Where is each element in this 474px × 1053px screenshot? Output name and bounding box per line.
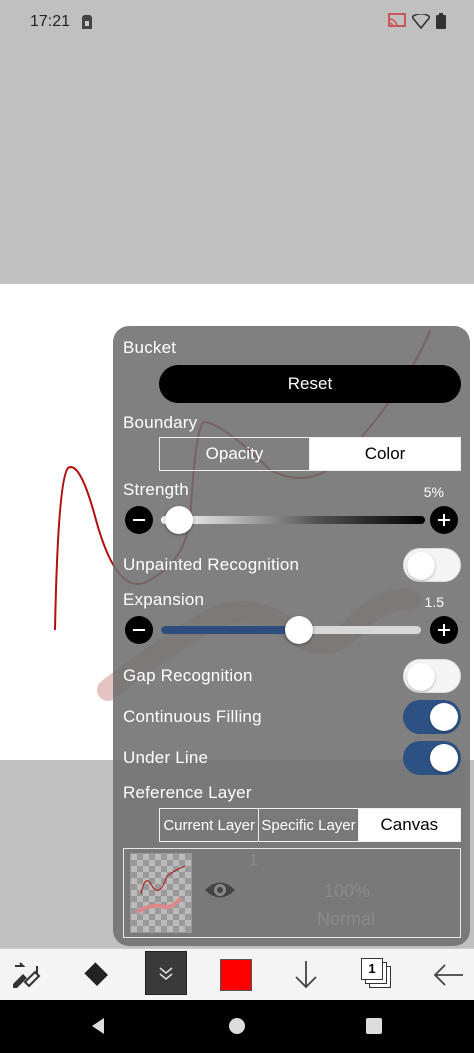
strength-increase-button[interactable] [430, 506, 458, 534]
reference-layer-label: Reference Layer [123, 783, 252, 802]
strength-slider-thumb[interactable] [165, 506, 193, 534]
strength-slider-track[interactable] [161, 516, 425, 524]
boundary-label: Boundary [123, 413, 198, 432]
reference-specific-layer-option[interactable]: Specific Layer [259, 809, 359, 841]
expansion-slider-fill [161, 626, 299, 634]
arrow-down-icon[interactable] [286, 949, 326, 1001]
sim-card-icon [82, 15, 92, 34]
back-arrow-icon[interactable] [426, 949, 470, 1001]
gap-recognition-toggle[interactable] [403, 659, 461, 693]
boundary-color-option[interactable]: Color [310, 438, 460, 470]
minus-icon [133, 519, 145, 521]
expansion-slider-thumb[interactable] [284, 616, 313, 644]
boundary-segmented-control: Opacity Color [159, 437, 461, 471]
under-line-toggle[interactable] [403, 741, 461, 775]
expansion-decrease-button[interactable] [125, 616, 153, 644]
battery-icon [436, 13, 446, 34]
gap-recognition-label: Gap Recognition [123, 666, 253, 685]
boundary-opacity-option[interactable]: Opacity [160, 438, 310, 470]
nav-recents-icon[interactable] [366, 1018, 382, 1039]
layer-count: 1 [361, 958, 383, 980]
strength-value: 5% [423, 484, 444, 500]
layer-thumbnail [130, 853, 192, 933]
under-line-label: Under Line [123, 748, 209, 767]
system-navigation-bar [0, 1000, 474, 1053]
unpainted-recognition-toggle[interactable] [403, 548, 461, 582]
minus-icon [133, 629, 145, 631]
bucket-settings-panel: Bucket Reset Boundary Opacity Color Stre… [113, 326, 470, 946]
expansion-value: 1.5 [424, 594, 444, 610]
brush-eraser-swap-icon[interactable] [6, 949, 46, 1001]
nav-home-icon[interactable] [228, 1017, 246, 1040]
status-time: 17:21 [30, 13, 71, 30]
color-swatch[interactable] [216, 949, 256, 1001]
visibility-eye-icon[interactable] [204, 879, 236, 906]
panel-title: Bucket [123, 338, 177, 357]
layers-icon[interactable]: 1 [356, 949, 400, 1001]
collapse-chevron-icon[interactable] [145, 951, 187, 995]
expansion-label: Expansion [123, 590, 205, 609]
reference-canvas-option[interactable]: Canvas [358, 809, 460, 841]
plus-icon [438, 624, 450, 636]
continuous-filling-toggle[interactable] [403, 700, 461, 734]
reference-layer-segmented-control: Current Layer Specific Layer Canvas [159, 808, 461, 842]
cast-icon [388, 13, 406, 34]
bottom-toolbar: 1 [0, 948, 474, 1000]
expansion-increase-button[interactable] [430, 616, 458, 644]
reference-current-layer-option[interactable]: Current Layer [160, 809, 260, 841]
plus-icon [438, 514, 450, 526]
strength-decrease-button[interactable] [125, 506, 153, 534]
layer-blend-mode: Normal [317, 909, 376, 929]
unpainted-recognition-label: Unpainted Recognition [123, 555, 300, 574]
status-bar: 17:21 [0, 0, 474, 46]
strength-label: Strength [123, 480, 189, 499]
layer-row[interactable]: 1 100% Normal [123, 848, 461, 938]
layer-number: 1 [249, 852, 258, 869]
layer-opacity: 100% [324, 881, 371, 901]
wifi-icon [410, 12, 432, 34]
nav-back-icon[interactable] [90, 1017, 108, 1040]
continuous-filling-label: Continuous Filling [123, 707, 262, 726]
fill-bucket-icon[interactable] [76, 949, 116, 1001]
reset-button[interactable]: Reset [159, 365, 461, 403]
